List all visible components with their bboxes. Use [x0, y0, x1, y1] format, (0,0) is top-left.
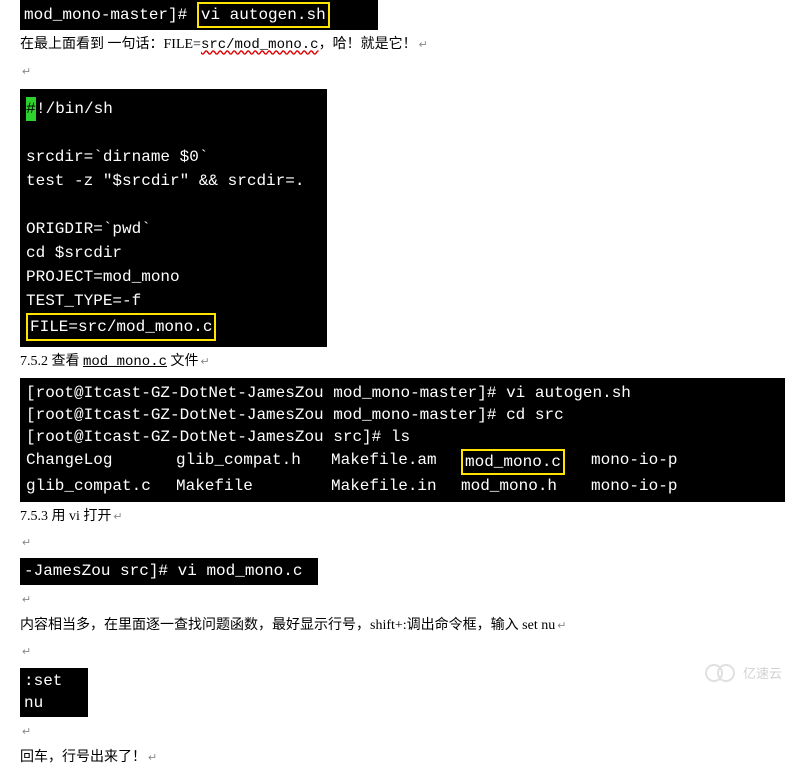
terminal-line-vi-modmono: -JamesZou src]# vi mod_mono.c	[20, 558, 318, 584]
comment-line-1: 在最上面看到 一句话：FILE=src/mod_mono.c，哈！就是它！↵	[20, 34, 800, 56]
terminal-autogen-content: #!/bin/sh srcdir=`dirname $0` test -z "$…	[20, 89, 327, 347]
blank-marker: ↵	[20, 641, 800, 663]
return-mark-icon: ↵	[419, 39, 428, 51]
terminal-ls-output: [root@Itcast-GZ-DotNet-JamesZou mod_mono…	[20, 378, 785, 502]
code-line: [root@Itcast-GZ-DotNet-JamesZou mod_mono…	[26, 382, 779, 404]
filename: mod_mono.c	[83, 354, 167, 370]
code-line: [root@Itcast-GZ-DotNet-JamesZou mod_mono…	[26, 404, 779, 426]
section-heading-752: 7.5.2 查看 mod_mono.c 文件↵	[20, 351, 800, 373]
code-line: PROJECT=mod_mono	[26, 265, 321, 289]
ls-row-2: glib_compat.c Makefile Makefile.in mod_m…	[26, 475, 779, 497]
watermark-text: 亿速云	[743, 666, 782, 681]
section-heading-753: 7.5.3 用 vi 打开↵	[20, 506, 800, 528]
cursor-icon: #	[26, 97, 36, 121]
return-mark-icon: ↵	[113, 511, 122, 523]
return-mark-icon: ↵	[22, 537, 31, 549]
comment-line-3: 回车，行号出来了！↵	[20, 747, 800, 769]
highlighted-file-line: FILE=src/mod_mono.c	[26, 313, 321, 341]
watermark-logo-icon	[705, 663, 735, 681]
prompt-text: mod_mono-master]#	[24, 6, 187, 24]
return-mark-icon: ↵	[557, 620, 566, 632]
file-path: src/mod_mono.c	[201, 37, 319, 53]
blank-marker: ↵	[20, 532, 800, 554]
shebang-line: #!/bin/sh	[26, 97, 321, 121]
return-mark-icon: ↵	[22, 726, 31, 738]
blank-marker: ↵	[20, 61, 800, 83]
highlighted-file: mod_mono.c	[461, 449, 565, 475]
blank-marker: ↵	[20, 721, 800, 743]
highlighted-command: vi autogen.sh	[197, 2, 330, 28]
code-line: TEST_TYPE=-f	[26, 289, 321, 313]
ls-row-1: ChangeLog glib_compat.h Makefile.am mod_…	[26, 449, 779, 475]
code-line: cd $srcdir	[26, 241, 321, 265]
return-mark-icon: ↵	[22, 594, 31, 606]
return-mark-icon: ↵	[22, 646, 31, 658]
code-line: [root@Itcast-GZ-DotNet-JamesZou src]# ls	[26, 426, 779, 448]
return-mark-icon: ↵	[201, 356, 210, 368]
comment-line-2: 内容相当多，在里面逐一查找问题函数，最好显示行号，shift+:调出命令框，输入…	[20, 615, 800, 637]
return-mark-icon: ↵	[22, 66, 31, 78]
return-mark-icon: ↵	[148, 752, 157, 764]
code-line: srcdir=`dirname $0`	[26, 145, 321, 169]
terminal-line-setnu: :set nu	[20, 668, 88, 717]
watermark: 亿速云	[705, 663, 782, 682]
terminal-line-vi-autogen: mod_mono-master]# vi autogen.sh	[20, 0, 378, 30]
blank-marker: ↵	[20, 589, 800, 611]
code-line: ORIGDIR=`pwd`	[26, 217, 321, 241]
code-line: test -z "$srcdir" && srcdir=.	[26, 169, 321, 193]
